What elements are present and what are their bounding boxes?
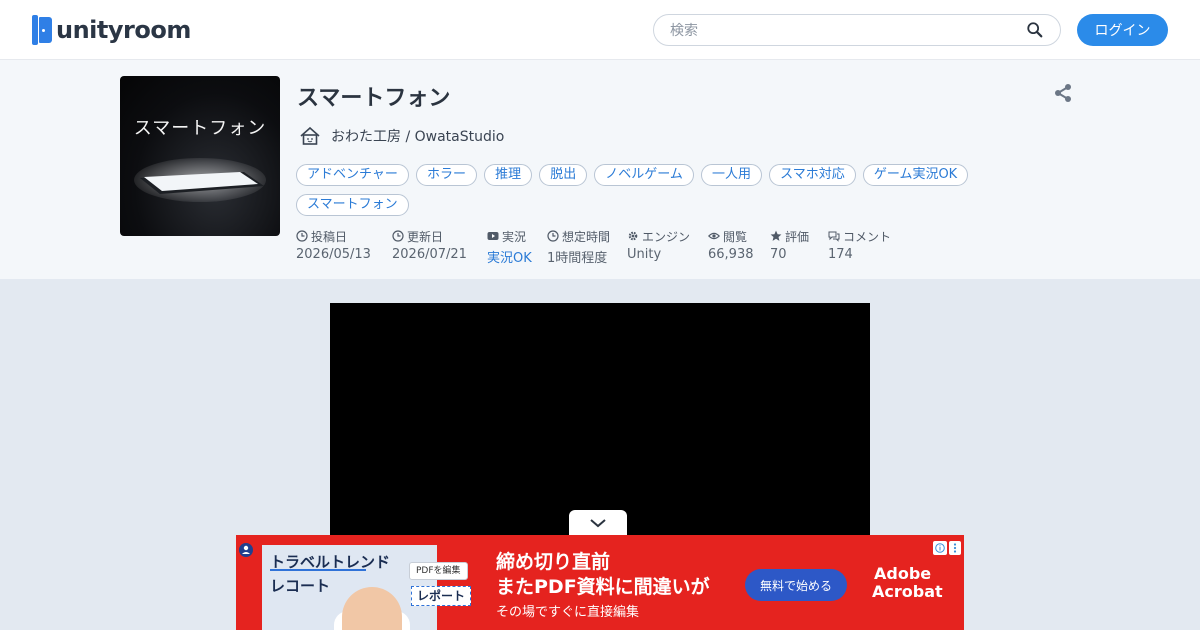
meta-playtime: 想定時間 1時間程度: [547, 227, 611, 267]
meta-updated: 更新日 2026/07/21: [392, 227, 467, 263]
clock-icon: [547, 230, 559, 242]
meta-streaming-label: 実況: [502, 229, 527, 244]
ad-person-image: [342, 587, 402, 630]
tag-list: アドベンチャー ホラー 推理 脱出 ノベルゲーム 一人用 スマホ対応 ゲーム実況…: [296, 163, 1016, 223]
meta-playtime-value: 1時間程度: [547, 251, 608, 266]
eye-icon: [708, 232, 720, 240]
meta-rating-label: 評価: [785, 229, 810, 244]
clock-icon: [296, 230, 308, 242]
meta-updated-label: 更新日: [407, 229, 444, 244]
ad-report-label: レポート: [411, 586, 472, 606]
meta-engine: エンジン Unity: [627, 227, 691, 263]
game-title: スマートフォン: [297, 86, 451, 111]
site-header: unityroom ログイン: [0, 0, 1200, 60]
meta-rating: 評価 70: [770, 227, 810, 263]
house-icon: [300, 126, 320, 145]
ad-headline-1: 締め切り直前: [496, 551, 611, 573]
ad-headline-2: またPDF資料に間違いが: [496, 576, 710, 598]
meta-posted: 投稿日 2026/05/13: [296, 227, 371, 263]
unityroom-logo[interactable]: unityroom: [32, 14, 191, 46]
ad-brand-line-1: Adobe: [874, 564, 932, 583]
tag-mystery[interactable]: 推理: [484, 164, 533, 186]
ad-menu-icon[interactable]: [949, 541, 961, 555]
share-icon[interactable]: [1052, 82, 1074, 104]
search-icon[interactable]: [1026, 21, 1044, 39]
clock-icon: [392, 230, 404, 242]
collapse-ad-button[interactable]: [569, 510, 627, 536]
meta-comments-value: 174: [828, 247, 853, 262]
game-canvas[interactable]: [330, 303, 870, 535]
developer-name: おわた工房 / OwataStudio: [331, 129, 505, 145]
game-info-panel: スマートフォン スマートフォン おわた工房 / OwataStudio アドベン…: [0, 60, 1200, 279]
smartphone-icon: [134, 158, 266, 202]
ad-brand-line-2: Acrobat: [872, 582, 943, 601]
meta-posted-value: 2026/05/13: [296, 247, 371, 262]
meta-streaming: 実況 実況OK: [487, 227, 532, 267]
chevron-down-icon: [590, 519, 606, 528]
video-icon: [487, 232, 499, 240]
meta-posted-label: 投稿日: [311, 229, 348, 244]
tag-smartphone[interactable]: スマートフォン: [296, 194, 409, 216]
tag-adventure[interactable]: アドベンチャー: [296, 164, 409, 186]
ad-pdf-chip: PDFを編集: [409, 562, 468, 580]
login-button[interactable]: ログイン: [1077, 14, 1168, 46]
meta-comments-label: コメント: [843, 229, 892, 244]
meta-rating-value: 70: [770, 247, 787, 262]
tag-novel-game[interactable]: ノベルゲーム: [594, 164, 694, 186]
ad-info-icon[interactable]: [933, 541, 947, 555]
game-thumbnail: スマートフォン: [120, 76, 280, 236]
logo-icon: [32, 15, 52, 45]
logo-text: unityroom: [56, 16, 191, 44]
search-input[interactable]: [670, 20, 1020, 42]
star-icon: [770, 230, 782, 241]
thumbnail-title: スマートフォン: [133, 118, 267, 139]
tag-smartphone-support[interactable]: スマホ対応: [769, 164, 856, 186]
meta-comments: コメント 174: [828, 227, 892, 263]
ad-subline: その場ですぐに直接編集: [496, 605, 640, 620]
meta-updated-value: 2026/07/21: [392, 247, 467, 262]
meta-views: 閲覧 66,938: [708, 227, 754, 262]
meta-playtime-label: 想定時間: [562, 229, 611, 244]
ad-cta-button[interactable]: 無料で始める: [745, 569, 847, 601]
meta-engine-value: Unity: [627, 247, 662, 262]
ad-badge-icon: [239, 543, 253, 557]
meta-views-label: 閲覧: [723, 229, 748, 244]
ad-left-subtitle: レコート: [270, 577, 331, 595]
tag-escape[interactable]: 脱出: [539, 164, 588, 186]
comment-icon: [828, 231, 840, 242]
tag-single-player[interactable]: 一人用: [701, 164, 763, 186]
ad-banner[interactable]: トラベルトレンド レコート PDFを編集 レポート 締め切り直前 またPDF資料…: [236, 535, 964, 630]
developer-link[interactable]: おわた工房 / OwataStudio: [299, 124, 504, 148]
tag-streaming-ok[interactable]: ゲーム実況OK: [862, 164, 969, 186]
ad-underline: [270, 569, 366, 571]
gear-icon: [628, 231, 638, 241]
meta-views-value: 66,938: [708, 247, 754, 262]
search-box: [653, 14, 1061, 46]
meta-engine-label: エンジン: [642, 229, 691, 244]
meta-streaming-value[interactable]: 実況OK: [487, 247, 532, 266]
tag-horror[interactable]: ホラー: [415, 164, 477, 186]
